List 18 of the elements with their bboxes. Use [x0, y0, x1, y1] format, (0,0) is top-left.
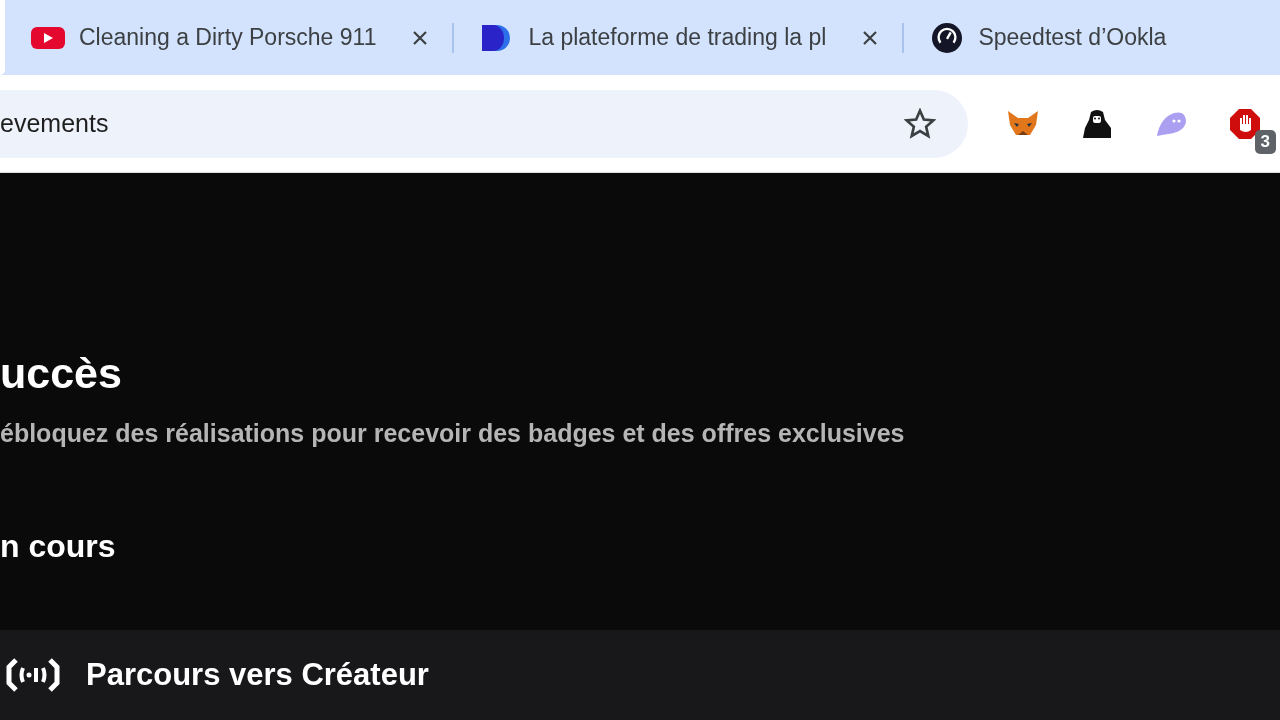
browser-tab[interactable]: La plateforme de trading la pl	[454, 12, 903, 63]
stop-hand-icon[interactable]	[1228, 107, 1262, 140]
page-title: uccès	[0, 348, 123, 399]
address-bar[interactable]: evements	[0, 89, 968, 158]
browser-tab[interactable]: Speedtest d’Ookla	[904, 12, 1185, 63]
achievement-card[interactable]: Parcours vers Créateur	[0, 630, 1280, 720]
broadcast-icon	[6, 657, 60, 693]
count-badge: 3	[1254, 129, 1276, 154]
card-title: Parcours vers Créateur	[86, 657, 429, 693]
bookmark-star-icon[interactable]	[904, 107, 936, 140]
tab-title: La plateforme de trading la pl	[528, 24, 827, 51]
gauge-icon	[930, 22, 965, 53]
tab-title: Speedtest d’Ookla	[978, 24, 1167, 51]
tab-title: Cleaning a Dirty Porsche 911	[79, 24, 377, 51]
gorilla-icon[interactable]	[1080, 107, 1114, 140]
page-subtitle: ébloquez des réalisations pour recevoir des badges et des offres exclusives	[0, 419, 906, 448]
browser-tab[interactable]: Cleaning a Dirty Porsche 911	[5, 12, 453, 63]
section-title: n cours	[0, 528, 117, 565]
